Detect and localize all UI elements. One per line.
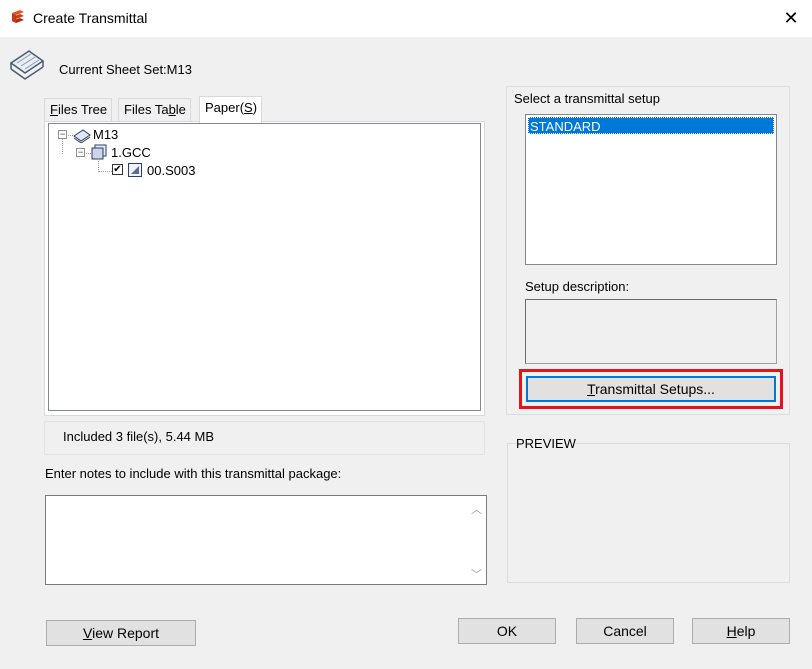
included-files-summary: Included 3 file(s), 5.44 MB: [44, 421, 485, 455]
tree-node-00-s003[interactable]: 00.S003: [147, 163, 195, 178]
tab-files-table[interactable]: Files Table: [118, 98, 191, 122]
sheet-set-node-icon: [73, 129, 91, 143]
title-bar: Create Transmittal ✕: [0, 0, 812, 37]
close-button[interactable]: ✕: [776, 3, 806, 33]
tab-files-tree-label: iles Tree: [57, 102, 108, 117]
tree-connector: [62, 139, 63, 154]
transmittal-setups-mnemonic: T: [587, 381, 596, 397]
tree-expander-gcc[interactable]: −: [76, 148, 85, 157]
tab-paper[interactable]: Paper(S): [199, 96, 263, 123]
help-label: elp: [736, 623, 756, 639]
sheet-checkbox[interactable]: ✔: [112, 164, 123, 175]
transmittal-setup-list[interactable]: STANDARD: [525, 114, 777, 265]
subset-node-icon: [91, 144, 107, 160]
notes-label: Enter notes to include with this transmi…: [45, 466, 342, 481]
window-title: Create Transmittal: [33, 10, 148, 26]
setup-description-box: [525, 299, 777, 364]
select-setup-label: Select a transmittal setup: [514, 91, 660, 106]
preview-label: PREVIEW: [516, 436, 576, 451]
sheet-node-icon: [128, 163, 142, 177]
notes-textarea[interactable]: ︿ ﹀: [45, 495, 487, 585]
scroll-down-icon[interactable]: ﹀: [471, 566, 482, 582]
setup-description-label: Setup description:: [525, 279, 630, 294]
tab-files-table-label-pre: Files Ta: [124, 102, 169, 117]
setup-list-item-standard[interactable]: STANDARD: [528, 117, 774, 134]
transmittal-setups-label: ransmittal Setups...: [595, 381, 715, 397]
preview-group-box: [507, 443, 790, 583]
close-icon: ✕: [783, 8, 799, 28]
tab-paper-mnemonic: S: [244, 100, 253, 115]
ok-button[interactable]: OK: [458, 618, 556, 644]
sheet-tree[interactable]: − M13 − 1.GCC ✔ 00.S003: [48, 123, 481, 411]
tab-files-tree[interactable]: Files Tree: [44, 98, 113, 122]
app-logo-icon: [12, 10, 24, 23]
tab-paper-label-pre: Paper(: [205, 100, 245, 115]
tab-files-tree-mnemonic: F: [50, 102, 58, 117]
tab-paper-label-rest: ): [252, 100, 258, 115]
tree-node-1-gcc[interactable]: 1.GCC: [111, 145, 151, 160]
cancel-button[interactable]: Cancel: [576, 618, 674, 644]
current-sheet-set-label: Current Sheet Set:M13: [59, 62, 192, 77]
view-report-label: iew Report: [92, 625, 159, 641]
help-button[interactable]: Help: [692, 618, 790, 644]
view-report-mnemonic: V: [82, 625, 93, 641]
tab-files-table-mnemonic: b: [168, 102, 176, 117]
help-mnemonic: H: [726, 623, 737, 639]
scroll-up-icon[interactable]: ︿: [471, 501, 482, 517]
tab-files-table-label-rest: le: [175, 102, 186, 117]
notes-scrollbar[interactable]: ︿ ﹀: [468, 496, 486, 584]
included-files-text: Included 3 file(s), 5.44 MB: [63, 429, 215, 444]
tree-connector: [98, 158, 99, 172]
tree-connector: [98, 171, 112, 172]
sheet-set-icon: [9, 50, 45, 80]
view-report-button[interactable]: View Report: [46, 620, 196, 646]
transmittal-setups-button[interactable]: Transmittal Setups...: [526, 376, 776, 402]
tree-expander-root[interactable]: −: [58, 130, 67, 139]
tree-node-m13[interactable]: M13: [93, 127, 118, 142]
